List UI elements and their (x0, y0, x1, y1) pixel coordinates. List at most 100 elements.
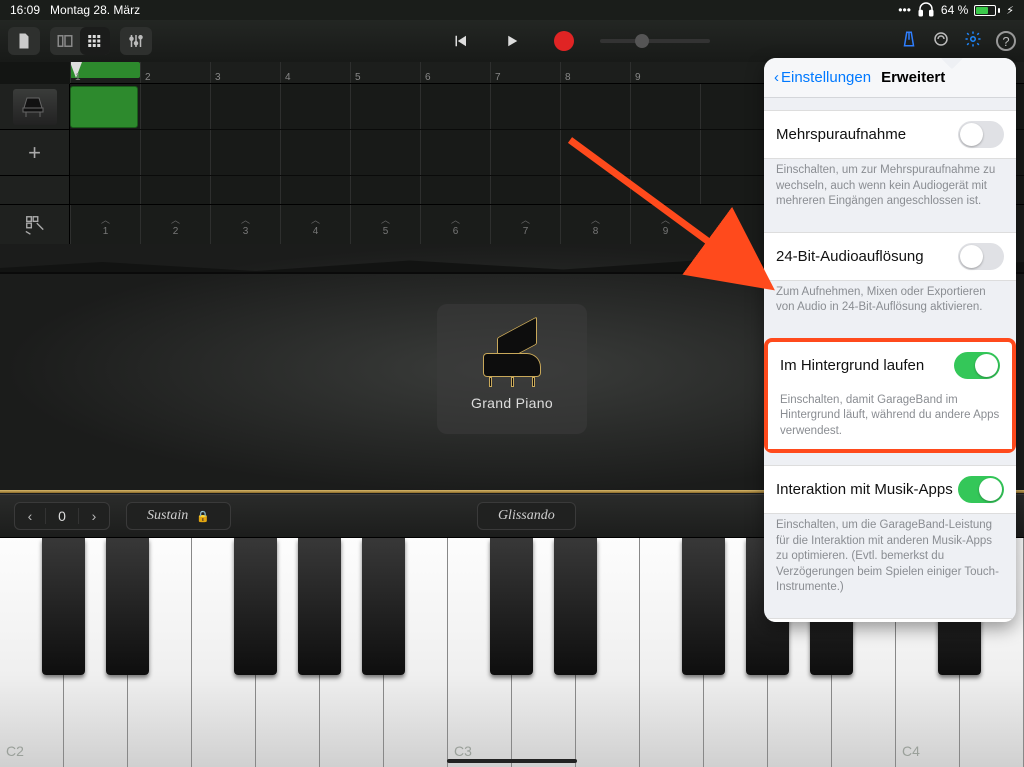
settings-title: Erweitert (881, 69, 945, 86)
help-icon[interactable]: ? (996, 31, 1016, 51)
setting-desc: Zum Aufnehmen, Mixen oder Exportieren vo… (764, 281, 1016, 326)
white-key[interactable]: C2 (0, 538, 64, 767)
octave-up-button[interactable]: › (79, 508, 109, 524)
setting-24bit[interactable]: 24-Bit-Audioauflösung (764, 233, 1016, 280)
setting-label: Mehrspuraufnahme (776, 126, 906, 143)
white-key[interactable] (320, 538, 384, 767)
settings-header: ‹ Einstellungen Erweitert (764, 58, 1016, 98)
chevron-up-icon[interactable]: ︿ (521, 213, 530, 226)
octave-down-button[interactable]: ‹ (15, 508, 45, 524)
go-to-beginning-button[interactable] (447, 28, 473, 54)
app-toolbar: ? (0, 20, 1024, 62)
setting-desc: Einschalten, um zur Mehrspuraufnahme zu … (764, 159, 1016, 220)
toggle-background[interactable] (954, 352, 1000, 379)
settings-panel: ‹ Einstellungen Erweitert Mehrspuraufnah… (764, 58, 1016, 622)
measure-label: 7 (495, 72, 501, 83)
status-bar: 16:09 Montag 28. März ••• 64 % ⚡︎ (0, 0, 1024, 20)
chevron-left-icon: ‹ (774, 69, 779, 86)
key-label: C2 (6, 743, 24, 759)
sustain-toggle[interactable]: Sustain 🔒 (126, 502, 231, 530)
chevron-up-icon[interactable]: ︿ (381, 213, 390, 226)
play-button[interactable] (499, 28, 525, 54)
tracks-view-icon[interactable] (80, 27, 110, 55)
loop-browser-icon[interactable] (932, 30, 950, 53)
setting-multitrack[interactable]: Mehrspuraufnahme (764, 111, 1016, 158)
setting-background[interactable]: Im Hintergrund laufen (768, 342, 1012, 389)
key-label: C4 (902, 743, 920, 759)
toggle-multitrack[interactable] (958, 121, 1004, 148)
beat-label: 3 (243, 226, 249, 237)
status-date: Montag 28. März (50, 3, 140, 17)
view-switcher[interactable] (50, 27, 110, 55)
measure-label: 1 (75, 72, 81, 83)
white-key[interactable] (576, 538, 640, 767)
track-header-piano[interactable] (0, 84, 69, 130)
fx-button[interactable] (0, 204, 70, 244)
measure-label: 9 (635, 72, 641, 83)
add-track-button[interactable]: + (0, 130, 69, 176)
sustain-label: Sustain (147, 508, 188, 524)
lock-icon: 🔒 (196, 510, 210, 523)
chevron-up-icon[interactable]: ︿ (171, 213, 180, 226)
browser-view-icon[interactable] (50, 27, 80, 55)
white-key[interactable] (704, 538, 768, 767)
beat-label: 7 (523, 226, 529, 237)
white-key[interactable] (128, 538, 192, 767)
white-key[interactable] (512, 538, 576, 767)
piano-thumb-icon (13, 89, 57, 125)
record-button[interactable] (551, 28, 577, 54)
grand-piano-icon (473, 327, 551, 387)
settings-gear-icon[interactable] (964, 30, 982, 53)
octave-selector: ‹ 0 › (14, 502, 110, 530)
white-key[interactable]: C3 (448, 538, 512, 767)
beat-label: 2 (173, 226, 179, 237)
toggle-24bit[interactable] (958, 243, 1004, 270)
instrument-card[interactable]: Grand Piano (437, 304, 587, 434)
chevron-up-icon[interactable]: ︿ (101, 213, 110, 226)
headphones-icon (917, 0, 935, 21)
beat-label: 5 (383, 226, 389, 237)
setting-label: Im Hintergrund laufen (780, 357, 924, 374)
toggle-interapp[interactable] (958, 476, 1004, 503)
white-key[interactable] (64, 538, 128, 767)
metronome-icon[interactable] (900, 30, 918, 53)
setting-desc: Einschalten, damit GarageBand im Hinterg… (768, 389, 1012, 450)
chevron-up-icon[interactable]: ︿ (311, 213, 320, 226)
master-volume-slider[interactable] (600, 39, 710, 43)
beat-label: 1 (103, 226, 109, 237)
key-label: C3 (454, 743, 472, 759)
setting-label: 24-Bit-Audioauflösung (776, 248, 924, 265)
chevron-up-icon[interactable]: ︿ (591, 213, 600, 226)
glissando-toggle[interactable]: Glissando (477, 502, 576, 530)
white-key[interactable] (384, 538, 448, 767)
beat-label: 8 (593, 226, 599, 237)
measure-label: 2 (145, 72, 151, 83)
white-key[interactable] (192, 538, 256, 767)
midi-region[interactable] (70, 86, 138, 128)
octave-value: 0 (45, 508, 79, 524)
chevron-up-icon[interactable]: ︿ (451, 213, 460, 226)
setting-bluetooth-midi[interactable]: Bluetooth-MIDI-Geräte › (764, 619, 1016, 622)
beat-label: 4 (313, 226, 319, 237)
my-songs-button[interactable] (8, 27, 40, 55)
glissando-label: Glissando (498, 508, 555, 524)
charging-icon: ⚡︎ (1006, 4, 1014, 17)
more-icon: ••• (898, 3, 911, 17)
white-key[interactable] (640, 538, 704, 767)
measure-label: 6 (425, 72, 431, 83)
settings-back-button[interactable]: ‹ Einstellungen (774, 69, 871, 86)
setting-interapp[interactable]: Interaktion mit Musik-Apps (764, 466, 1016, 513)
setting-background-highlight: Im Hintergrund laufen Einschalten, damit… (764, 338, 1016, 454)
track-controls-button[interactable] (120, 27, 152, 55)
beat-label: 6 (453, 226, 459, 237)
measure-label: 4 (285, 72, 291, 83)
measure-label: 8 (565, 72, 571, 83)
chevron-up-icon[interactable]: ︿ (661, 213, 670, 226)
white-key[interactable] (256, 538, 320, 767)
battery-percent: 64 % (941, 3, 968, 17)
beat-label: 9 (663, 226, 669, 237)
measure-label: 3 (215, 72, 221, 83)
battery-icon (974, 5, 1000, 16)
chevron-up-icon[interactable]: ︿ (241, 213, 250, 226)
instrument-label: Grand Piano (471, 395, 553, 411)
